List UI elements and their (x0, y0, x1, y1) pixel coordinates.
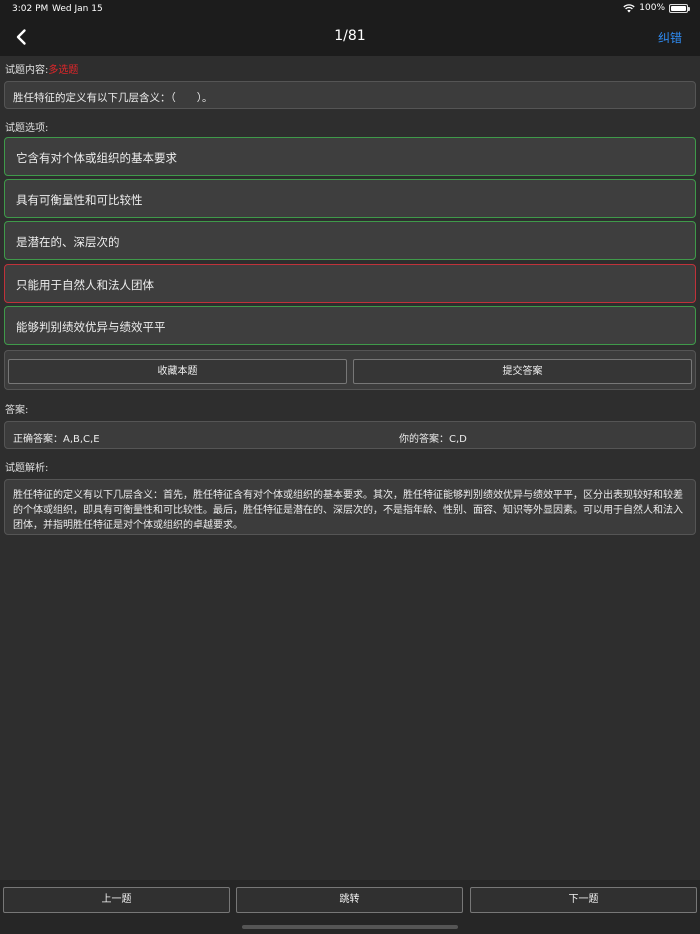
analysis-box: 胜任特征的定义有以下几层含义：首先，胜任特征含有对个体或组织的基本要求。其次，胜… (4, 479, 696, 535)
option-c[interactable]: 是潜在的、深层次的 (4, 221, 696, 260)
your-answer-value: C,D (449, 434, 467, 445)
question-type-tag: 多选题 (48, 65, 79, 76)
report-error-button[interactable]: 纠错 (658, 29, 682, 46)
battery-icon (669, 3, 690, 13)
option-text: 具有可衡量性和可比较性 (16, 193, 143, 207)
status-date: Wed Jan 15 (52, 4, 103, 14)
status-time: 3:02 PM (12, 4, 49, 14)
option-e[interactable]: 能够判别绩效优异与绩效平平 (4, 306, 696, 345)
question-text: 胜任特征的定义有以下几层含义：（ ）。 (13, 92, 213, 104)
navigation-bar: 1/81 纠错 (0, 18, 700, 56)
answer-box: 正确答案：A,B,C,E 你的答案：C,D (4, 421, 696, 449)
correct-answer-label: 正确答案： (13, 434, 63, 445)
next-question-button[interactable]: 下一题 (470, 887, 697, 913)
analysis-label: 试题解析: (5, 463, 49, 474)
question-box: 胜任特征的定义有以下几层含义：（ ）。 (4, 81, 696, 109)
option-b[interactable]: 具有可衡量性和可比较性 (4, 179, 696, 218)
home-indicator (242, 925, 458, 929)
answer-label: 答案: (5, 405, 29, 416)
option-text: 能够判别绩效优异与绩效平平 (16, 320, 166, 334)
status-bar: 3:02 PM Wed Jan 15 100% (0, 0, 700, 18)
analysis-text: 胜任特征的定义有以下几层含义：首先，胜任特征含有对个体或组织的基本要求。其次，胜… (13, 490, 683, 531)
question-label: 试题内容: (5, 65, 49, 76)
your-answer: 你的答案：C,D (399, 430, 467, 445)
previous-question-button[interactable]: 上一题 (3, 887, 230, 913)
your-answer-label: 你的答案： (399, 434, 449, 445)
jump-button[interactable]: 跳转 (236, 887, 463, 913)
page-title: 1/81 (334, 28, 366, 44)
options-label: 试题选项: (5, 123, 49, 134)
submit-answer-button[interactable]: 提交答案 (353, 359, 692, 384)
option-text: 它含有对个体或组织的基本要求 (16, 151, 177, 165)
option-text: 是潜在的、深层次的 (16, 235, 120, 249)
option-text: 只能用于自然人和法人团体 (16, 278, 154, 292)
status-right: 100% (623, 3, 690, 13)
option-d[interactable]: 只能用于自然人和法人团体 (4, 264, 696, 303)
option-a[interactable]: 它含有对个体或组织的基本要求 (4, 137, 696, 176)
battery-percent: 100% (639, 3, 665, 13)
correct-answer-value: A,B,C,E (63, 434, 100, 445)
wifi-icon (623, 3, 635, 12)
action-panel: 收藏本题 提交答案 (4, 350, 696, 390)
favorite-button[interactable]: 收藏本题 (8, 359, 347, 384)
question-label-row: 试题内容:多选题 (5, 61, 78, 76)
